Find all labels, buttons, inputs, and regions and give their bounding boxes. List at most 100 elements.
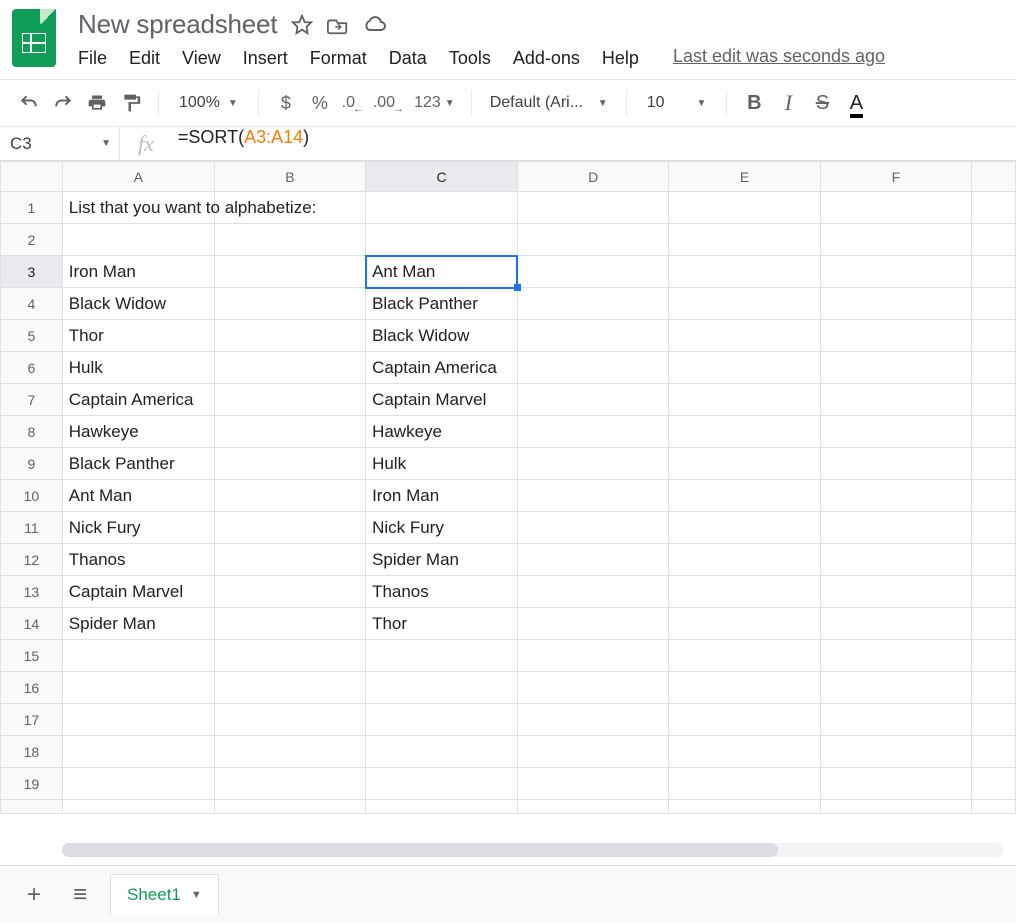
cell[interactable] — [214, 800, 365, 814]
menu-view[interactable]: View — [182, 46, 221, 71]
column-header-C[interactable]: C — [366, 162, 518, 192]
cell[interactable] — [820, 800, 971, 814]
cell-B2[interactable] — [214, 224, 365, 256]
row-header-17[interactable]: 17 — [1, 704, 63, 736]
cell-C1[interactable] — [366, 192, 518, 224]
cell-F3[interactable] — [820, 256, 971, 288]
increase-decimal-button[interactable]: .00 → — [373, 88, 406, 118]
cell-C17[interactable] — [366, 704, 518, 736]
cell-F9[interactable] — [820, 448, 971, 480]
cell-D16[interactable] — [517, 672, 668, 704]
cell-B5[interactable] — [214, 320, 365, 352]
menu-insert[interactable]: Insert — [243, 46, 288, 71]
cell-C9[interactable]: Hulk — [366, 448, 518, 480]
cell-F11[interactable] — [820, 512, 971, 544]
redo-button[interactable] — [48, 88, 78, 118]
doc-title[interactable]: New spreadsheet — [78, 9, 277, 40]
cell-A11[interactable]: Nick Fury — [62, 512, 214, 544]
cell-C11[interactable]: Nick Fury — [366, 512, 518, 544]
cell-E18[interactable] — [669, 736, 820, 768]
cell-B13[interactable] — [214, 576, 365, 608]
cell[interactable] — [972, 288, 1016, 320]
cell-B11[interactable] — [214, 512, 365, 544]
cell-E12[interactable] — [669, 544, 820, 576]
spreadsheet-grid[interactable]: ABCDEF1List that you want to alphabetize… — [0, 161, 1016, 814]
row-header-1[interactable]: 1 — [1, 192, 63, 224]
row-header-6[interactable]: 6 — [1, 352, 63, 384]
cell-D9[interactable] — [517, 448, 668, 480]
cell-F6[interactable] — [820, 352, 971, 384]
cell-A12[interactable]: Thanos — [62, 544, 214, 576]
cell-D18[interactable] — [517, 736, 668, 768]
cell[interactable] — [972, 736, 1016, 768]
all-sheets-button[interactable]: ≡ — [64, 881, 96, 909]
format-percent-button[interactable]: % — [305, 88, 335, 118]
row-header-13[interactable]: 13 — [1, 576, 63, 608]
column-header-E[interactable]: E — [669, 162, 820, 192]
zoom-dropdown[interactable]: 100% ▼ — [171, 94, 246, 112]
row-header-7[interactable]: 7 — [1, 384, 63, 416]
row-header-19[interactable]: 19 — [1, 768, 63, 800]
cell-B6[interactable] — [214, 352, 365, 384]
cell-C2[interactable] — [366, 224, 518, 256]
cell[interactable] — [972, 512, 1016, 544]
cell[interactable] — [972, 544, 1016, 576]
cell-C12[interactable]: Spider Man — [366, 544, 518, 576]
cell-D4[interactable] — [517, 288, 668, 320]
undo-button[interactable] — [14, 88, 44, 118]
formula-input[interactable]: =SORT(A3:A14) — [178, 127, 1016, 160]
cell-E16[interactable] — [669, 672, 820, 704]
row-header-10[interactable]: 10 — [1, 480, 63, 512]
cell-F13[interactable] — [820, 576, 971, 608]
cell[interactable] — [972, 608, 1016, 640]
cell-F18[interactable] — [820, 736, 971, 768]
cell-B18[interactable] — [214, 736, 365, 768]
cell-B14[interactable] — [214, 608, 365, 640]
cell-D8[interactable] — [517, 416, 668, 448]
cell-F15[interactable] — [820, 640, 971, 672]
cell[interactable] — [669, 800, 820, 814]
cell-B19[interactable] — [214, 768, 365, 800]
row-header-9[interactable]: 9 — [1, 448, 63, 480]
cell-E4[interactable] — [669, 288, 820, 320]
print-button[interactable] — [82, 88, 112, 118]
row-header-16[interactable]: 16 — [1, 672, 63, 704]
cell-F7[interactable] — [820, 384, 971, 416]
cell-F8[interactable] — [820, 416, 971, 448]
cell-B16[interactable] — [214, 672, 365, 704]
menu-data[interactable]: Data — [389, 46, 427, 71]
cell-D15[interactable] — [517, 640, 668, 672]
cell-A4[interactable]: Black Widow — [62, 288, 214, 320]
last-edit-link[interactable]: Last edit was seconds ago — [673, 46, 885, 71]
cell-D17[interactable] — [517, 704, 668, 736]
scrollbar-thumb[interactable] — [62, 843, 778, 857]
cell-E14[interactable] — [669, 608, 820, 640]
paint-format-button[interactable] — [116, 88, 146, 118]
cell-A2[interactable] — [62, 224, 214, 256]
cell-C16[interactable] — [366, 672, 518, 704]
sheets-logo[interactable] — [12, 9, 56, 67]
cell-A9[interactable]: Black Panther — [62, 448, 214, 480]
font-family-dropdown[interactable]: Default (Ari... ▼ — [484, 94, 614, 112]
cell-E5[interactable] — [669, 320, 820, 352]
row-header-12[interactable]: 12 — [1, 544, 63, 576]
cell-D13[interactable] — [517, 576, 668, 608]
cell-E8[interactable] — [669, 416, 820, 448]
cell-B7[interactable] — [214, 384, 365, 416]
cell-A19[interactable] — [62, 768, 214, 800]
cell-F12[interactable] — [820, 544, 971, 576]
menu-help[interactable]: Help — [602, 46, 639, 71]
cell[interactable] — [972, 256, 1016, 288]
cell[interactable] — [972, 192, 1016, 224]
select-all-corner[interactable] — [1, 162, 63, 192]
cell-D10[interactable] — [517, 480, 668, 512]
cell[interactable] — [62, 800, 214, 814]
cell-B4[interactable] — [214, 288, 365, 320]
row-header-14[interactable]: 14 — [1, 608, 63, 640]
cell-C6[interactable]: Captain America — [366, 352, 518, 384]
text-color-button[interactable]: A — [841, 88, 871, 118]
cell[interactable] — [972, 480, 1016, 512]
cell-E10[interactable] — [669, 480, 820, 512]
cell-E13[interactable] — [669, 576, 820, 608]
column-header[interactable] — [972, 162, 1016, 192]
